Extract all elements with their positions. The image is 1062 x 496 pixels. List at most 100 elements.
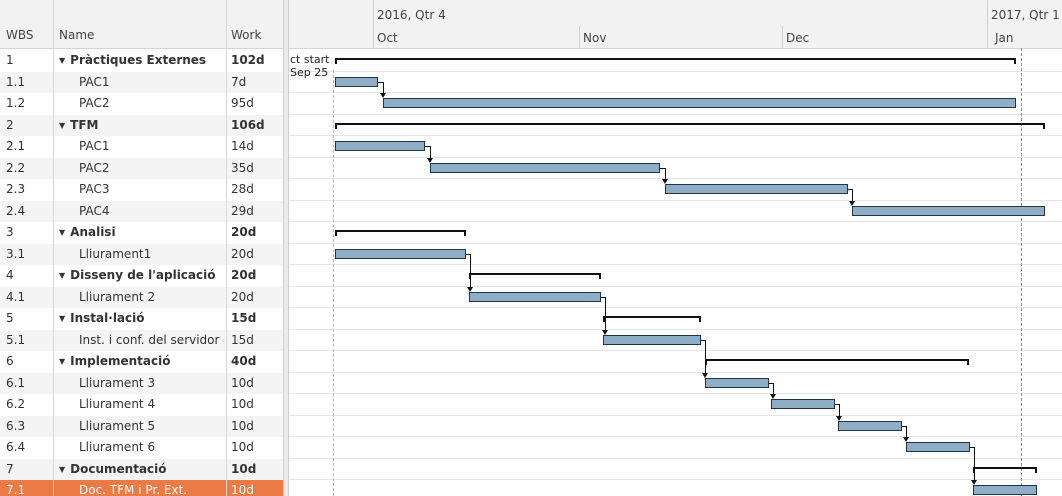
task-bar[interactable] <box>906 442 970 452</box>
table-row[interactable]: 6.3 Lliurament 5 10d <box>0 415 283 437</box>
table-row[interactable]: 5.1 Inst. i conf. del servidor 15d <box>0 329 283 351</box>
row-gridline <box>289 135 1062 136</box>
table-row[interactable]: 2.2 PAC2 35d <box>0 157 283 179</box>
row-gridline <box>289 157 1062 158</box>
summary-bar[interactable] <box>469 273 601 275</box>
collapse-triangle-icon[interactable]: ▼ <box>59 228 65 237</box>
summary-bar[interactable] <box>335 58 1016 60</box>
task-bar[interactable] <box>838 420 902 431</box>
row-gridline <box>289 178 1062 179</box>
table-row[interactable]: 2.1 PAC1 14d <box>0 136 283 157</box>
task-name: Lliurament 5 <box>79 418 156 433</box>
dependency-arrow-icon <box>702 372 708 378</box>
row-gridline <box>289 200 1062 201</box>
task-name: PAC4 <box>79 203 110 218</box>
dependency-arrow-icon <box>467 286 473 292</box>
column-header-name[interactable]: Name <box>59 28 94 42</box>
row-gridline <box>289 479 1062 480</box>
table-row[interactable]: 6.4 Lliurament 6 10d <box>0 437 283 458</box>
name-cell: Lliurament1 <box>79 247 151 261</box>
column-header-work[interactable]: Work <box>231 28 261 42</box>
row-gridline <box>289 436 1062 437</box>
name-cell: ▼ Documentació <box>59 462 167 476</box>
collapse-triangle-icon[interactable]: ▼ <box>59 465 65 474</box>
task-name: Lliurament 4 <box>79 397 156 411</box>
timescale-quarters: 2016, Qtr 4 2017, Qtr 1 <box>289 0 1062 27</box>
table-row[interactable]: 5 ▼ Instal·lació 15d <box>0 308 283 329</box>
wbs-cell: 7.1 <box>6 483 26 496</box>
wbs-cell: 4 <box>6 268 14 282</box>
summary-bar-cap <box>1043 122 1045 129</box>
name-cell: Inst. i conf. del servidor <box>79 333 219 347</box>
table-row[interactable]: 1.2 PAC2 95d <box>0 93 283 114</box>
dependency-link <box>974 447 975 481</box>
table-row[interactable]: 3.1 Lliurament1 20d <box>0 243 283 265</box>
summary-bar[interactable] <box>973 466 1037 469</box>
table-row[interactable]: 1.1 PAC1 7d <box>0 71 283 93</box>
collapse-triangle-icon[interactable]: ▼ <box>59 314 65 323</box>
dependency-link <box>705 339 706 374</box>
project-start-line2: Sep 25 <box>290 66 329 79</box>
summary-bar-cap <box>335 230 337 236</box>
wbs-cell: 6 <box>6 354 14 368</box>
collapse-triangle-icon[interactable]: ▼ <box>59 271 65 280</box>
task-name: Lliurament1 <box>79 246 152 261</box>
task-bar[interactable] <box>665 184 848 194</box>
name-cell: Lliurament 5 <box>79 419 155 433</box>
task-name: PAC1 <box>79 74 110 89</box>
table-row[interactable]: 3 ▼ Analisi 20d <box>0 222 283 243</box>
wbs-cell: 6.1 <box>6 375 26 390</box>
summary-bar[interactable] <box>335 122 1045 125</box>
table-row[interactable]: 7 ▼ Documentació 10d <box>0 458 283 480</box>
task-bar[interactable] <box>771 399 835 409</box>
table-row[interactable]: 2.3 PAC3 28d <box>0 179 283 200</box>
task-bar[interactable] <box>430 162 660 173</box>
task-bar[interactable] <box>973 485 1037 495</box>
table-row[interactable]: 6 ▼ Implementació 40d <box>0 351 283 372</box>
dependency-arrow-icon <box>971 480 977 485</box>
table-row[interactable]: 2 ▼ TFM 106d <box>0 114 283 136</box>
collapse-triangle-icon[interactable]: ▼ <box>59 121 65 130</box>
task-name: Disseny de l'aplicació <box>70 268 216 282</box>
today-line <box>1021 48 1022 496</box>
task-name: Implementació <box>70 354 171 368</box>
task-bar[interactable] <box>852 205 1045 216</box>
summary-bar-cap <box>967 359 969 365</box>
summary-bar[interactable] <box>705 359 969 361</box>
collapse-triangle-icon[interactable]: ▼ <box>59 56 65 65</box>
task-name: PAC2 <box>79 160 110 175</box>
work-cell: 10d <box>231 483 254 496</box>
column-divider[interactable] <box>53 0 54 496</box>
work-cell: 20d <box>231 268 257 282</box>
table-row[interactable]: 7.1 Doc. TFM i Pr. Ext. 10d <box>0 480 283 496</box>
task-bar[interactable] <box>705 377 769 388</box>
row-gridline <box>289 372 1062 373</box>
task-bar[interactable] <box>469 291 601 302</box>
work-cell: 10d <box>231 375 254 390</box>
table-row[interactable]: 6.2 Lliurament 4 10d <box>0 394 283 415</box>
table-row[interactable]: 6.1 Lliurament 3 10d <box>0 372 283 394</box>
collapse-triangle-icon[interactable]: ▼ <box>59 357 65 366</box>
work-cell: 102d <box>231 53 265 67</box>
table-row[interactable]: 1 ▼ Pràctiques Externes 102d <box>0 50 283 71</box>
work-cell: 20d <box>231 225 257 239</box>
summary-bar[interactable] <box>335 230 466 232</box>
project-start-line1: ct start <box>290 53 330 66</box>
dependency-arrow-icon <box>662 179 668 184</box>
work-cell: 106d <box>231 117 265 132</box>
summary-bar[interactable] <box>603 316 701 318</box>
task-bar[interactable] <box>335 141 425 151</box>
task-bar[interactable] <box>335 248 466 259</box>
table-row[interactable]: 4 ▼ Disseny de l'aplicació 20d <box>0 265 283 286</box>
name-cell: Lliurament 2 <box>79 290 155 304</box>
table-row[interactable]: 2.4 PAC4 29d <box>0 200 283 222</box>
column-divider[interactable] <box>226 0 227 496</box>
task-bar[interactable] <box>603 334 701 345</box>
table-row[interactable]: 4.1 Lliurament 2 20d <box>0 286 283 308</box>
wbs-cell: 2.2 <box>6 160 26 175</box>
work-cell: 10d <box>231 461 257 476</box>
name-cell: ▼ Disseny de l'aplicació <box>59 268 216 282</box>
column-header-wbs[interactable]: WBS <box>6 28 34 42</box>
task-bar[interactable] <box>335 76 378 87</box>
task-bar[interactable] <box>383 98 1016 108</box>
